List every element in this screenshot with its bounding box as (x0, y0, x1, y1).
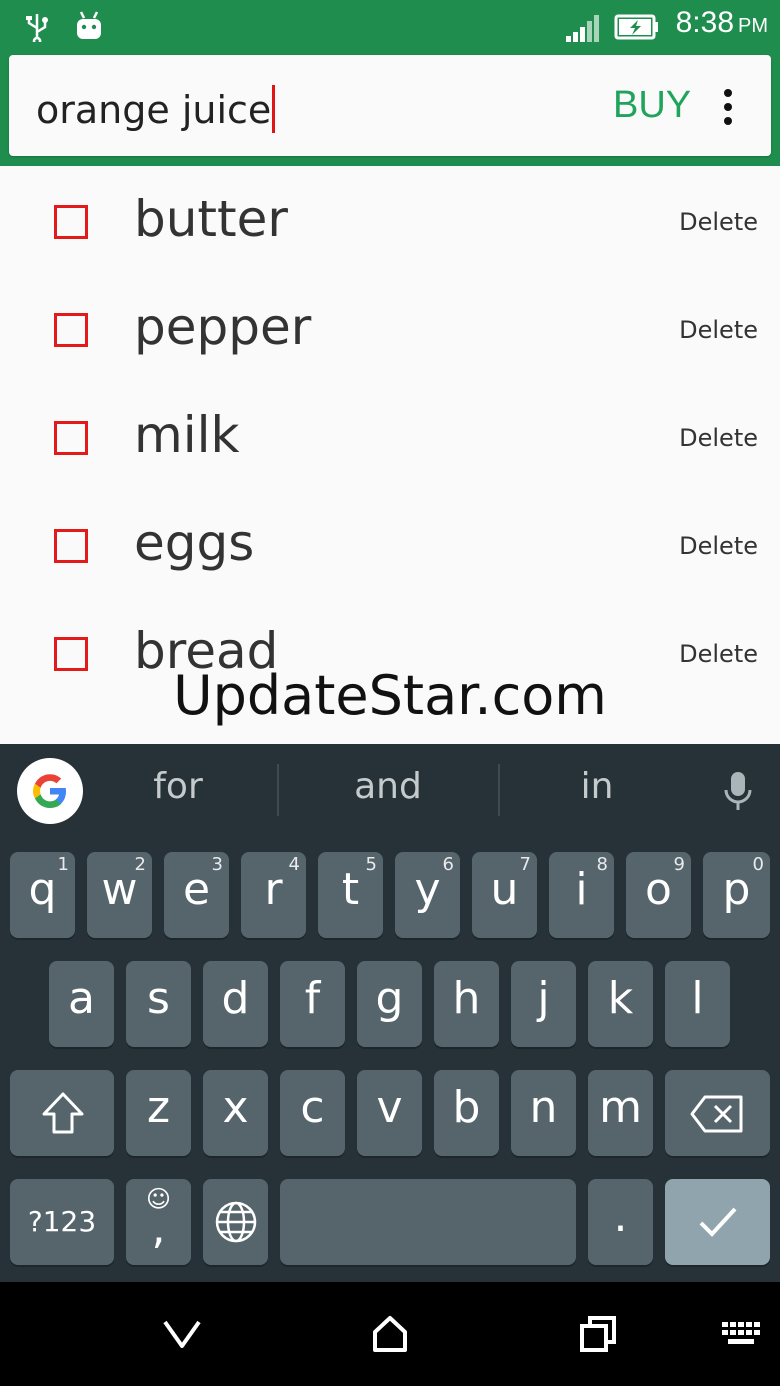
list-item: pepper Delete (0, 276, 780, 384)
key-p[interactable]: p0 (703, 852, 770, 938)
key-f[interactable]: f (280, 961, 345, 1047)
text-caret (272, 85, 276, 133)
key-j[interactable]: j (511, 961, 576, 1047)
backspace-icon (690, 1095, 743, 1133)
keyboard-icon[interactable] (720, 1320, 762, 1348)
soft-keyboard: for and in q1 w2 e3 r4 t5 y6 u7 i8 o9 p0… (0, 744, 780, 1282)
item-checkbox[interactable] (54, 529, 88, 563)
item-name: butter (134, 190, 288, 248)
google-button[interactable] (17, 758, 83, 824)
key-b[interactable]: b (434, 1070, 499, 1156)
delete-button[interactable]: Delete (679, 316, 758, 344)
key-g[interactable]: g (357, 961, 422, 1047)
key-c[interactable]: c (280, 1070, 345, 1156)
item-name: pepper (134, 298, 312, 356)
key-u[interactable]: u7 (472, 852, 537, 938)
item-checkbox[interactable] (54, 313, 88, 347)
clock-ampm: PM (738, 15, 768, 37)
item-input-value: orange juice (36, 88, 272, 132)
emoji-comma-key[interactable]: ☺ , (126, 1179, 191, 1265)
key-m[interactable]: m (588, 1070, 653, 1156)
item-input[interactable]: orange juice (36, 85, 276, 133)
add-item-card: orange juice BUY (9, 55, 771, 156)
key-k[interactable]: k (588, 961, 653, 1047)
backspace-key[interactable] (665, 1070, 770, 1156)
suggestion[interactable]: in (497, 766, 697, 807)
status-bar: 8:38 PM (0, 0, 780, 54)
key-s[interactable]: s (126, 961, 191, 1047)
buy-button[interactable]: BUY (613, 84, 691, 127)
delete-button[interactable]: Delete (679, 424, 758, 452)
clock: 8:38 PM (676, 6, 768, 40)
key-d[interactable]: d (203, 961, 268, 1047)
key-z[interactable]: z (126, 1070, 191, 1156)
key-i[interactable]: i8 (549, 852, 614, 938)
key-a[interactable]: a (49, 961, 114, 1047)
item-name: eggs (134, 514, 255, 572)
item-name: milk (134, 406, 240, 464)
key-q[interactable]: q1 (10, 852, 75, 938)
language-key[interactable] (203, 1179, 268, 1265)
key-v[interactable]: v (357, 1070, 422, 1156)
item-checkbox[interactable] (54, 205, 88, 239)
delete-button[interactable]: Delete (679, 532, 758, 560)
signal-icon (566, 15, 599, 42)
checkmark-icon (699, 1207, 737, 1237)
key-r[interactable]: r4 (241, 852, 306, 938)
list-item: milk Delete (0, 384, 780, 492)
home-icon[interactable] (370, 1314, 410, 1354)
symbols-key[interactable]: ?123 (10, 1179, 114, 1265)
suggestion-divider (277, 764, 279, 816)
delete-button[interactable]: Delete (679, 208, 758, 236)
period-key[interactable]: . (588, 1179, 653, 1265)
item-checkbox[interactable] (54, 421, 88, 455)
suggestion[interactable]: and (288, 766, 488, 807)
mic-icon[interactable] (722, 770, 754, 814)
space-key[interactable] (280, 1179, 576, 1265)
clock-time: 8:38 (675, 6, 734, 39)
key-n[interactable]: n (511, 1070, 576, 1156)
globe-icon (215, 1201, 257, 1243)
list-item: butter Delete (0, 168, 780, 276)
done-key[interactable] (665, 1179, 770, 1265)
list-item: eggs Delete (0, 492, 780, 600)
watermark: UpdateStar.com (173, 664, 607, 727)
key-y[interactable]: y6 (395, 852, 460, 938)
android-icon (77, 11, 101, 39)
back-icon[interactable] (162, 1318, 202, 1350)
suggestion[interactable]: for (78, 766, 278, 807)
google-icon (33, 774, 66, 808)
key-w[interactable]: w2 (87, 852, 152, 938)
recents-icon[interactable] (578, 1314, 618, 1354)
overflow-menu-icon[interactable] (717, 87, 739, 127)
key-t[interactable]: t5 (318, 852, 383, 938)
key-e[interactable]: e3 (164, 852, 229, 938)
key-x[interactable]: x (203, 1070, 268, 1156)
key-h[interactable]: h (434, 961, 499, 1047)
key-l[interactable]: l (665, 961, 730, 1047)
key-o[interactable]: o9 (626, 852, 691, 938)
usb-icon (26, 14, 48, 42)
shift-icon (42, 1092, 84, 1134)
battery-icon (614, 14, 658, 40)
shopping-list: butter Delete pepper Delete milk Delete … (0, 166, 780, 744)
navigation-bar (0, 1282, 780, 1386)
shift-key[interactable] (10, 1070, 114, 1156)
